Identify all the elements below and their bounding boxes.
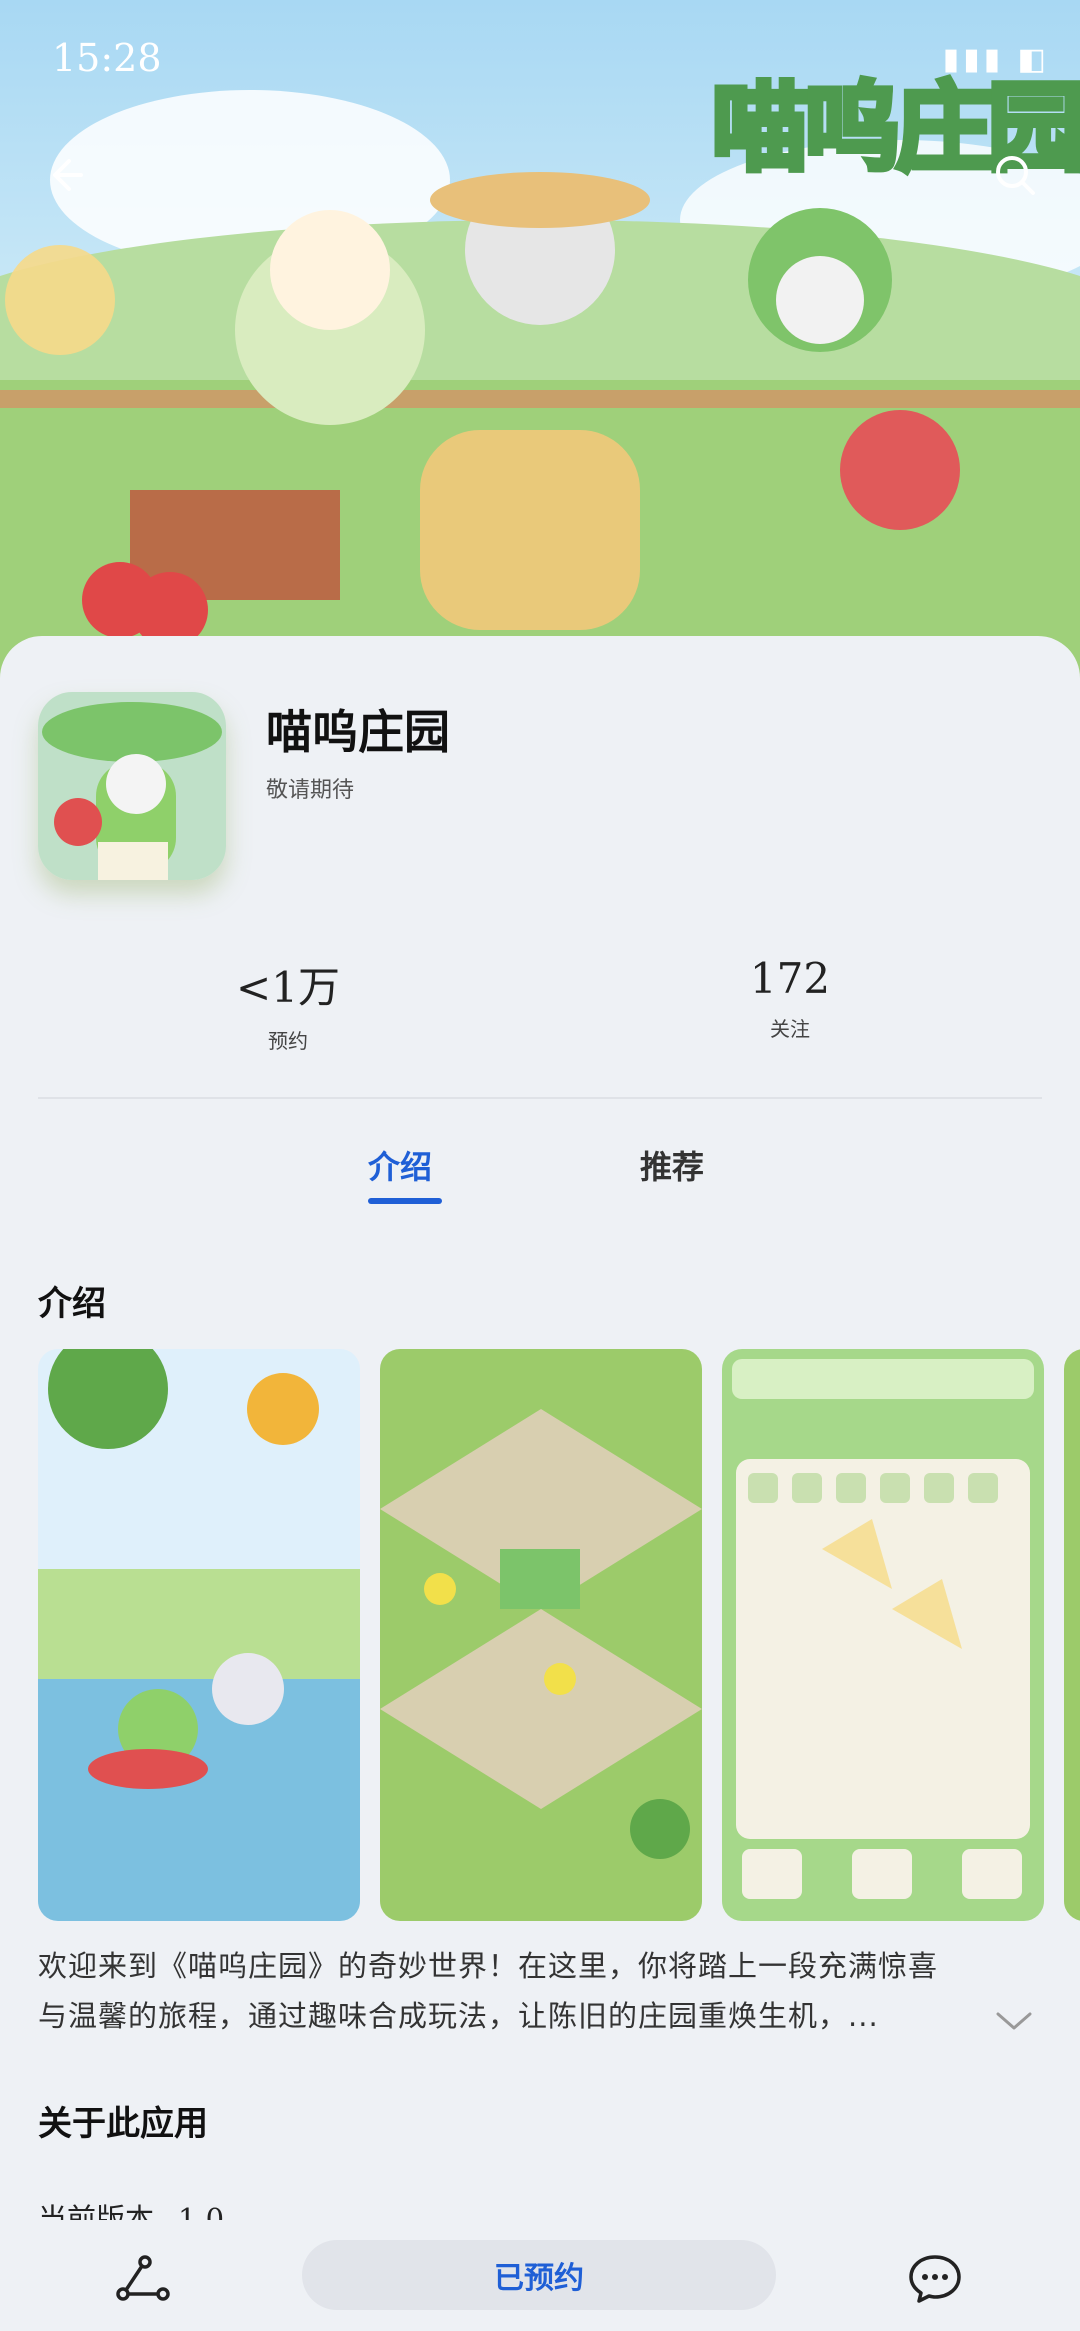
expand-description-button[interactable] xyxy=(992,2006,1036,2036)
intro-section-title: 介绍 xyxy=(38,1284,106,1324)
screenshot-carousel[interactable] xyxy=(38,1349,1080,1921)
status-bar: 15:28 ▮▮▮ ◧ xyxy=(0,0,1080,120)
active-tab-indicator xyxy=(368,1198,442,1204)
screenshot-4-image xyxy=(1064,1349,1080,1921)
back-arrow-icon xyxy=(53,159,83,191)
share-icon xyxy=(116,2255,170,2301)
chat-button[interactable] xyxy=(900,2244,970,2314)
screenshot-2[interactable] xyxy=(380,1349,702,1921)
screenshot-3-image xyxy=(722,1349,1044,1921)
stat-reservations: <1万 预约 xyxy=(138,954,438,1054)
bottom-action-bar: 已预约 xyxy=(0,2220,1080,2331)
app-name: 喵呜庄园 xyxy=(266,705,450,759)
app-detail-card: 喵呜庄园 敬请期待 <1万 预约 172 关注 介绍 推荐 介绍 欢迎来到《喵呜… xyxy=(0,636,1080,2236)
about-section-title: 关于此应用 xyxy=(38,2104,208,2144)
intro-description: 欢迎来到《喵呜庄园》的奇妙世界！在这里，你将踏上一段充满惊喜 与温馨的旅程，通过… xyxy=(38,1941,1018,2041)
screenshot-4[interactable] xyxy=(1064,1349,1080,1921)
app-icon xyxy=(38,692,226,880)
followers-label: 关注 xyxy=(770,1017,810,1041)
screenshot-3[interactable] xyxy=(722,1349,1044,1921)
chat-bubble-icon xyxy=(909,2255,961,2303)
back-button[interactable] xyxy=(30,140,100,210)
search-button[interactable] xyxy=(980,140,1050,210)
screenshot-2-image xyxy=(380,1349,702,1921)
divider xyxy=(38,1097,1042,1099)
search-icon xyxy=(996,156,1035,195)
app-status: 敬请期待 xyxy=(266,778,355,803)
share-button[interactable] xyxy=(108,2244,178,2314)
app-icon-image xyxy=(38,692,226,880)
screenshot-1[interactable] xyxy=(38,1349,360,1921)
stat-followers: 172 关注 xyxy=(640,954,940,1042)
intro-description-line-2: 与温馨的旅程，通过趣味合成玩法，让陈旧的庄园重焕生机，... xyxy=(38,1999,879,2033)
status-time: 15:28 xyxy=(52,36,162,80)
screenshot-1-image xyxy=(38,1349,360,1921)
intro-description-line-1: 欢迎来到《喵呜庄园》的奇妙世界！在这里，你将踏上一段充满惊喜 xyxy=(38,1949,939,1983)
reservations-count: <1万 xyxy=(236,963,340,1012)
tab-intro[interactable]: 介绍 xyxy=(368,1142,432,1188)
chevron-down-icon xyxy=(996,2012,1032,2030)
reservations-label: 预约 xyxy=(268,1029,308,1053)
tab-recommend[interactable]: 推荐 xyxy=(640,1142,704,1188)
followers-count: 172 xyxy=(749,954,831,1003)
signal-battery-icons: ▮▮▮ ◧ xyxy=(942,42,1050,77)
reserved-button[interactable]: 已预约 xyxy=(302,2240,776,2310)
hero-banner: 喵呜庄园 15:28 ▮▮▮ ◧ xyxy=(0,0,1080,680)
